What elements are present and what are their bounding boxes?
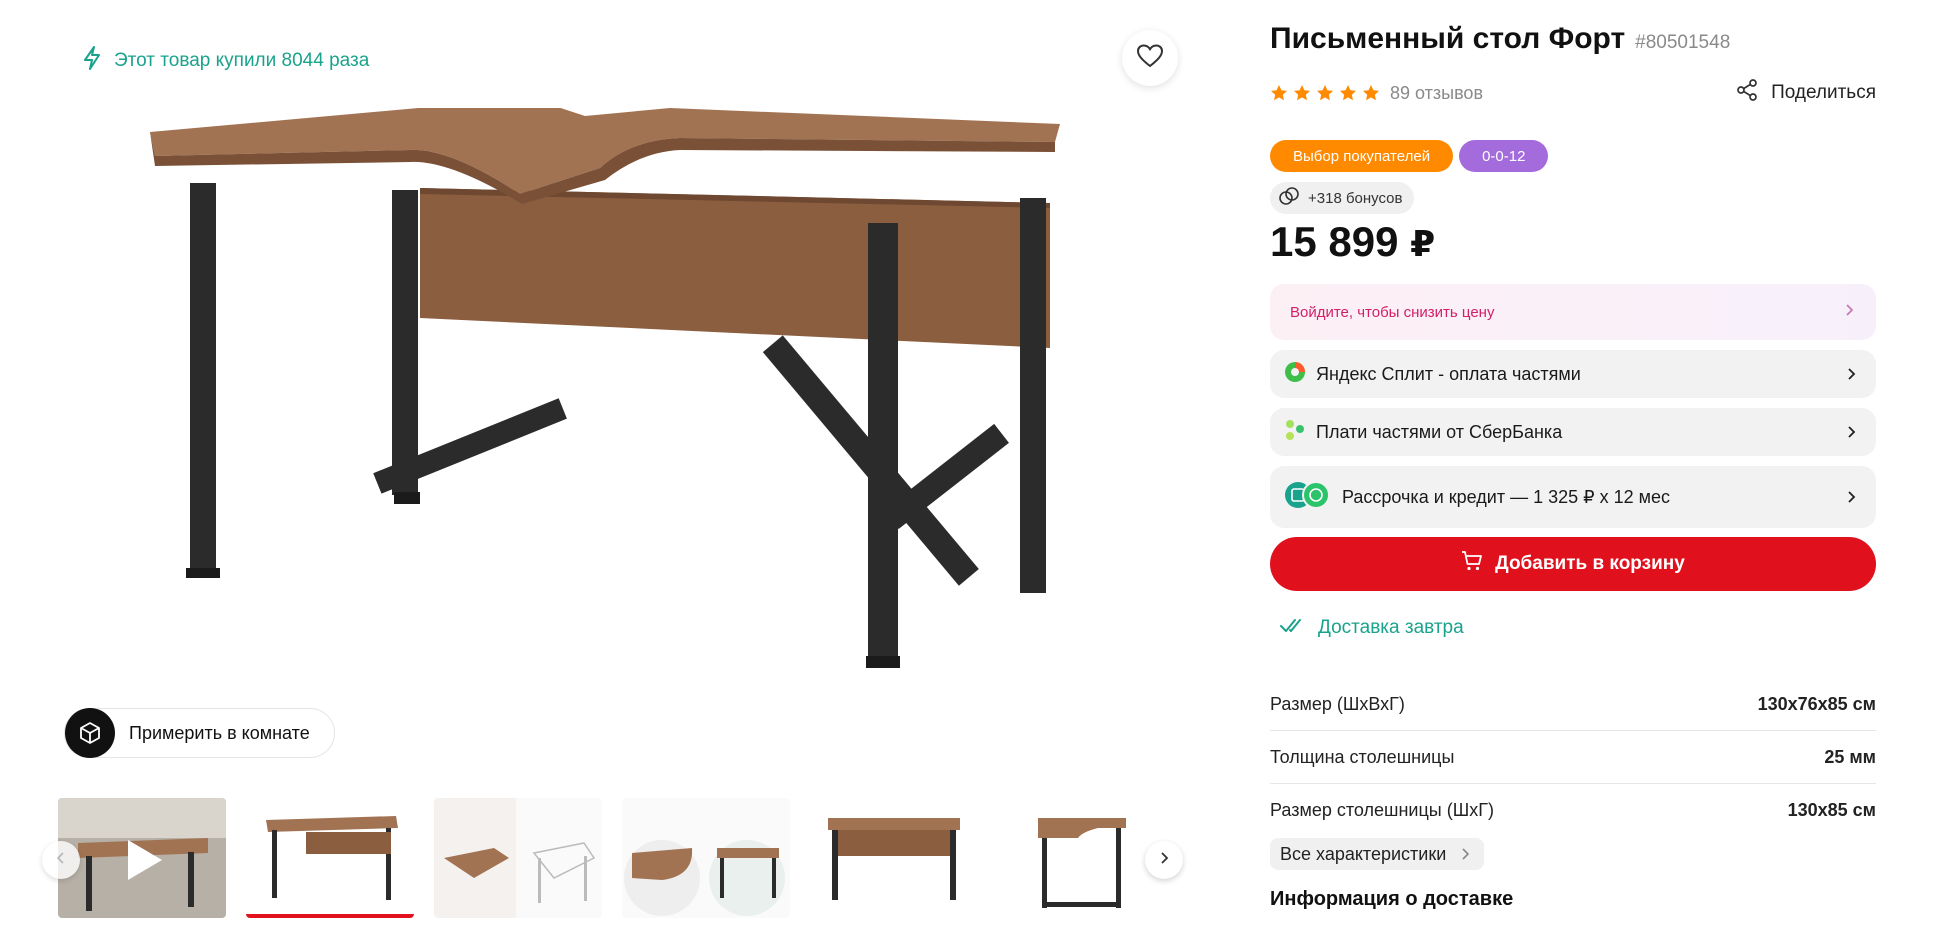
sber-installment-text: Плати частями от СберБанка [1316,421,1563,442]
star-icon [1317,85,1333,101]
star-icon [1340,85,1356,101]
rating-row: 89 отзывов Поделиться [1270,78,1876,108]
spec-value: 130х85 см [1787,800,1876,820]
thumbnail-photo-1[interactable] [246,798,414,918]
thumbnail-photo-5[interactable] [998,798,1166,918]
chevron-left-icon [54,851,68,870]
lightning-icon [82,46,102,76]
rating-stars[interactable] [1270,84,1380,102]
try-in-room-label: Примерить в комнате [129,722,310,743]
price-value: 15 899 [1270,218,1399,265]
gallery-prev-button[interactable] [42,841,80,879]
star-icon [1363,85,1379,101]
product-gallery: Этот товар купили 8044 раза Примерить в … [0,0,1240,937]
delivery-info-heading: Информация о доставке [1270,888,1514,910]
sber-installment-row[interactable]: Плати частями от СберБанка [1270,408,1876,456]
star-icon [1294,85,1310,101]
bought-count-text: Этот товар купили 8044 раза [114,50,370,71]
delivery-label: Доставка завтра [1318,617,1464,638]
spec-name: Размер (ШхВхГ) [1270,693,1405,714]
thumbnail-photo-4[interactable] [810,798,978,918]
spec-name: Толщина столешницы [1270,746,1455,767]
chevron-right-icon [1460,844,1470,865]
double-check-icon [1280,615,1306,641]
bonus-text: +318 бонусов [1308,189,1403,207]
delivery-tomorrow[interactable]: Доставка завтра [1280,615,1464,641]
heart-icon [1136,43,1164,73]
spec-row: Размер (ШхВхГ) 130х76х85 см [1270,678,1876,731]
thumbnail-strip [58,798,1188,924]
spec-value: 130х76х85 см [1757,693,1876,714]
thumbnail-photo-2[interactable] [434,798,602,918]
bought-count: Этот товар купили 8044 раза [82,46,369,76]
try-in-room-button[interactable]: Примерить в комнате [64,708,335,758]
badge-buyers-choice[interactable]: Выбор покупателей [1270,140,1454,172]
credit-icons [1284,480,1332,515]
chevron-right-icon [1844,490,1858,504]
chevron-right-icon [1157,851,1171,870]
product-title: Письменный стол Форт [1270,22,1626,55]
main-product-image[interactable] [150,98,1070,708]
price-currency: ₽ [1410,223,1436,264]
share-button[interactable]: Поделиться [1735,78,1876,108]
spec-row: Толщина столешницы 25 мм [1270,731,1876,784]
add-to-cart-label: Добавить в корзину [1495,553,1685,574]
bonus-coins-icon [1278,185,1300,211]
gallery-next-button[interactable] [1145,841,1183,879]
product-sku: #80501548 [1635,32,1731,53]
yandex-split-row[interactable]: Яндекс Сплит - оплата частями [1270,350,1876,398]
title-row: Письменный стол Форт #80501548 [1270,22,1730,56]
spec-value: 25 мм [1824,746,1876,767]
price: 15 899 ₽ [1270,218,1435,266]
credit-row[interactable]: Рассрочка и кредит — 1 325 ₽ x 12 мес [1270,466,1876,528]
reviews-link[interactable]: 89 отзывов [1390,83,1483,104]
credit-text: Рассрочка и кредит — 1 325 ₽ x 12 мес [1342,486,1670,507]
ar-cube-icon [65,708,115,758]
thumbnail-video[interactable] [58,798,226,918]
add-to-cart-button[interactable]: Добавить в корзину [1270,537,1876,591]
thumbnail-photo-3[interactable] [622,798,790,918]
spec-list: Размер (ШхВхГ) 130х76х85 см Толщина стол… [1270,678,1876,837]
favorite-button[interactable] [1122,30,1178,86]
badges: Выбор покупателей 0-0-12 [1270,140,1549,172]
cart-icon [1461,550,1483,578]
badge-installment[interactable]: 0-0-12 [1459,140,1549,172]
yandex-split-icon [1284,361,1306,388]
spec-row: Размер столешницы (ШхГ) 130х85 см [1270,784,1876,837]
spec-name: Размер столешницы (ШхГ) [1270,800,1494,820]
share-icon [1735,78,1759,108]
sber-dots-icon [1284,419,1306,446]
share-label: Поделиться [1771,82,1876,103]
chevron-right-icon [1844,425,1858,439]
chevron-right-icon [1844,367,1858,381]
star-icon [1271,85,1287,101]
product-info-panel: Письменный стол Форт #80501548 89 отзыво… [1270,0,1876,937]
chevron-right-icon [1842,303,1856,321]
login-discount-text: Войдите, чтобы снизить цену [1290,303,1495,321]
login-discount-row[interactable]: Войдите, чтобы снизить цену [1270,284,1876,340]
all-specs-label: Все характеристики [1280,843,1447,864]
yandex-split-text: Яндекс Сплит - оплата частями [1316,363,1581,384]
all-specs-button[interactable]: Все характеристики [1270,838,1485,870]
bonus-badge[interactable]: +318 бонусов [1270,182,1415,214]
